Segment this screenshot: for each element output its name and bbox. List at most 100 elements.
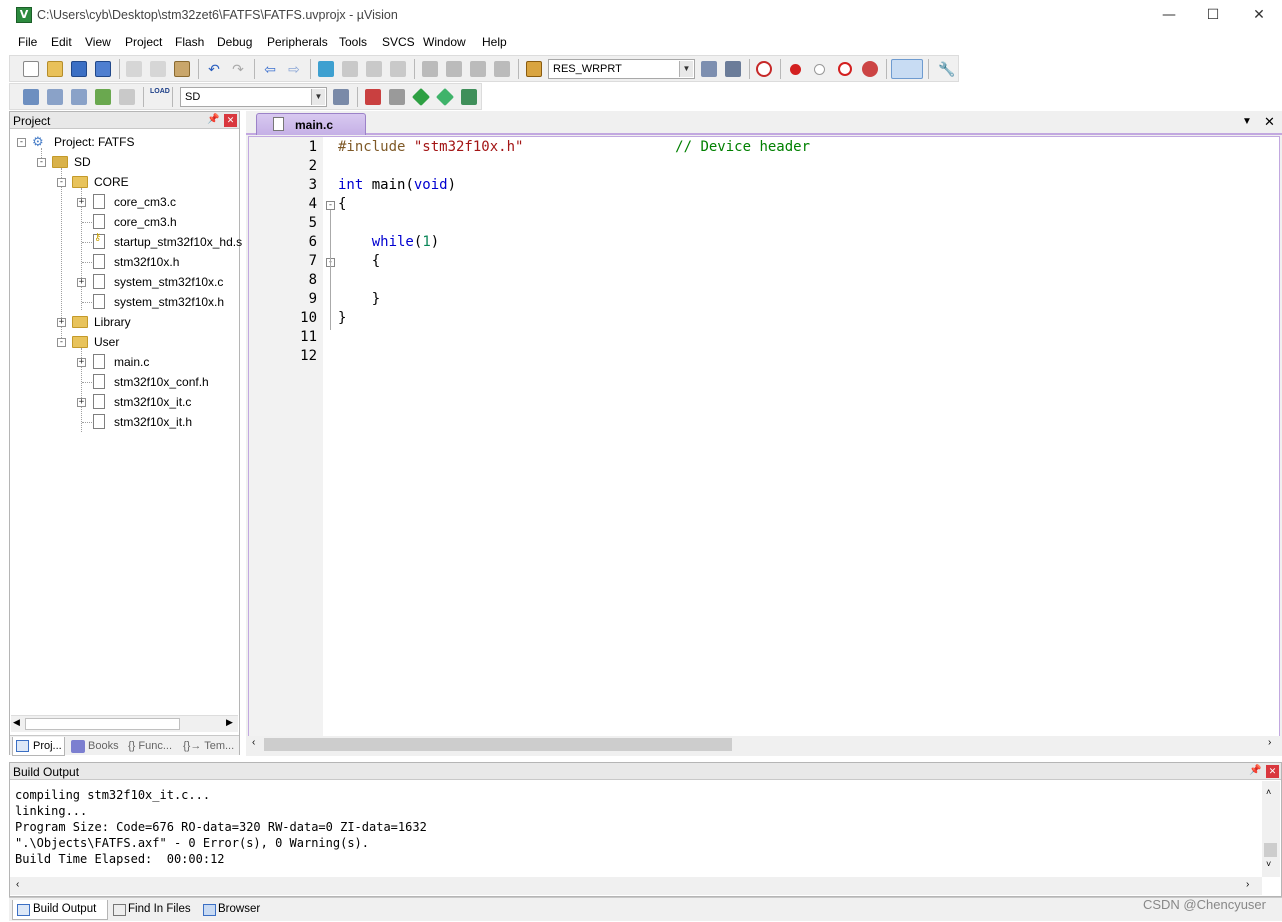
cut-icon[interactable] [126, 61, 142, 77]
kill-all-breakpoints-icon[interactable] [862, 61, 878, 77]
configuration-wrench-icon[interactable]: 🔧 [938, 61, 955, 77]
tree-item-file[interactable]: ⚷ startup_stm32f10x_hd.s [10, 232, 242, 252]
collapse-icon[interactable]: - [37, 158, 46, 167]
collapse-icon[interactable]: - [57, 338, 66, 347]
batch-build-icon[interactable] [95, 89, 111, 105]
maximize-button[interactable]: ☐ [1190, 0, 1236, 31]
bookmark-next-icon[interactable] [366, 61, 382, 77]
paste-icon[interactable] [174, 61, 190, 77]
menu-help[interactable]: Help [482, 35, 507, 49]
find-in-files-icon[interactable] [526, 61, 542, 77]
menu-flash[interactable]: Flash [175, 35, 204, 49]
menu-tools[interactable]: Tools [339, 35, 367, 49]
tab-project[interactable]: Proj... [12, 737, 65, 756]
incremental-find-icon[interactable] [725, 61, 741, 77]
tree-item-file[interactable]: + core_cm3.c [10, 192, 239, 212]
expand-icon[interactable]: + [77, 398, 86, 407]
collapse-icon[interactable]: - [17, 138, 26, 147]
pin-icon[interactable]: 📌 [1249, 765, 1261, 776]
tab-list-chevron-icon[interactable]: ▼ [1242, 116, 1252, 127]
tree-item-file[interactable]: + system_stm32f10x.c [10, 272, 239, 292]
pack-installer-icon[interactable] [461, 89, 477, 105]
window-layout-icon[interactable] [891, 59, 923, 79]
tree-item-file[interactable]: stm32f10x.h [10, 252, 239, 272]
comment-icon[interactable] [470, 61, 486, 77]
code-line[interactable]: { [338, 196, 346, 212]
navigate-back-icon[interactable]: ⇦ [262, 61, 278, 77]
stop-build-icon[interactable] [119, 89, 135, 105]
tab-functions[interactable]: {} Func... [124, 737, 180, 756]
close-tab-icon[interactable]: ✕ [1264, 114, 1275, 130]
tree-item-file[interactable]: + stm32f10x_it.c [10, 392, 239, 412]
project-horizontal-scrollbar[interactable]: ◀ ▶ [11, 715, 238, 732]
manage-run-time-icon[interactable] [411, 87, 431, 107]
scroll-left-icon[interactable]: ‹ [16, 879, 19, 890]
scroll-right-icon[interactable]: ▶ [226, 717, 233, 728]
tab-browser[interactable]: Browser [200, 900, 270, 920]
menu-edit[interactable]: Edit [51, 35, 72, 49]
tree-item-project[interactable]: - ⚙ Project: FATFS [10, 132, 239, 152]
bookmark-clear-icon[interactable] [390, 61, 406, 77]
scroll-up-icon[interactable]: ˄ [1266, 787, 1271, 797]
menu-peripherals[interactable]: Peripherals [267, 35, 328, 49]
copy-icon[interactable] [150, 61, 166, 77]
file-extensions-icon[interactable] [389, 89, 405, 105]
find-combo[interactable]: RES_WRPRT ▼ [548, 59, 695, 79]
save-icon[interactable] [71, 61, 87, 77]
disable-all-breakpoints-icon[interactable] [838, 62, 852, 76]
code-editor[interactable]: 1 2 3 4 5 6 7 8 9 10 11 12 #include "stm32f10x.h" /… [248, 136, 1280, 738]
bookmark-insert-icon[interactable] [318, 61, 334, 77]
scroll-down-icon[interactable]: ˅ [1266, 859, 1271, 869]
editor-horizontal-scrollbar[interactable]: ‹ › [248, 736, 1280, 753]
uncomment-icon[interactable] [494, 61, 510, 77]
tree-item-folder[interactable]: - CORE [10, 172, 239, 192]
scroll-right-icon[interactable]: › [1268, 737, 1271, 748]
start-debug-icon[interactable] [756, 61, 772, 77]
translate-icon[interactable] [23, 89, 39, 105]
select-packs-icon[interactable] [435, 87, 455, 107]
pin-icon[interactable]: 📌 [207, 114, 219, 125]
tab-books[interactable]: Books [68, 737, 121, 756]
scrollbar-thumb[interactable] [264, 738, 732, 751]
code-line[interactable]: { [338, 253, 380, 269]
scroll-right-icon[interactable]: › [1246, 879, 1249, 890]
close-window-button[interactable]: ✕ [1236, 0, 1282, 31]
target-combo[interactable]: SD ▼ [180, 87, 327, 107]
rebuild-icon[interactable] [71, 89, 87, 105]
bookmark-prev-icon[interactable] [342, 61, 358, 77]
scrollbar-thumb[interactable] [25, 718, 180, 730]
tree-item-folder[interactable]: - User [10, 332, 239, 352]
code-line[interactable]: } [338, 291, 380, 307]
tree-item-folder[interactable]: + Library [10, 312, 239, 332]
minimize-button[interactable]: — [1146, 0, 1192, 31]
scroll-left-icon[interactable]: ◀ [13, 717, 20, 728]
fold-collapse-icon[interactable]: - [326, 201, 335, 210]
menu-svcs[interactable]: SVCS [382, 35, 415, 49]
menu-project[interactable]: Project [125, 35, 162, 49]
save-all-icon[interactable] [95, 61, 111, 77]
expand-icon[interactable]: + [77, 358, 86, 367]
tab-find-in-files[interactable]: Find In Files [110, 900, 198, 920]
tab-build-output[interactable]: Build Output [12, 900, 108, 920]
options-for-target-icon[interactable] [333, 89, 349, 105]
close-pane-button[interactable]: ✕ [224, 114, 237, 127]
unindent-icon[interactable] [446, 61, 462, 77]
menu-view[interactable]: View [85, 35, 111, 49]
download-icon[interactable]: LOAD [150, 87, 170, 107]
code-line[interactable]: } [338, 310, 346, 326]
chevron-down-icon[interactable]: ▼ [311, 89, 325, 105]
code-line[interactable]: int main(void) [338, 177, 456, 193]
tree-item-file[interactable]: stm32f10x_it.h [10, 412, 239, 432]
indent-icon[interactable] [422, 61, 438, 77]
expand-icon[interactable]: + [57, 318, 66, 327]
tree-item-file[interactable]: + main.c [10, 352, 239, 372]
tree-item-file[interactable]: stm32f10x_conf.h [10, 372, 239, 392]
new-file-icon[interactable] [23, 61, 39, 77]
scrollbar-thumb[interactable] [1264, 843, 1277, 857]
build-icon[interactable] [47, 89, 63, 105]
redo-icon[interactable]: ↷ [230, 61, 246, 77]
find-icon[interactable] [701, 61, 717, 77]
tree-item-target[interactable]: - SD [10, 152, 239, 172]
close-pane-button[interactable]: ✕ [1266, 765, 1279, 778]
manage-project-items-icon[interactable] [365, 89, 381, 105]
